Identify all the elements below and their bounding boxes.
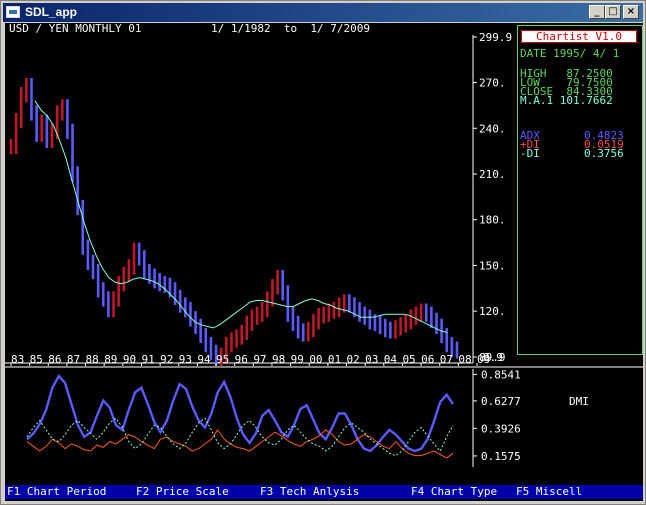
menu-price-scale[interactable]: F2 Price Scale [136, 486, 229, 498]
price-tick-label: 270. [479, 77, 506, 90]
date-tick-label: 95 [216, 353, 229, 366]
dmi-tick-label: 0.1575 [481, 450, 521, 463]
date-tick-label: 87 [67, 353, 80, 366]
date-tick-label: 05 [402, 353, 415, 366]
maximize-icon: □ [608, 6, 618, 17]
moving-average-line [34, 100, 448, 333]
close-button[interactable]: × [623, 5, 639, 19]
date-tick-label: 98 [272, 353, 285, 366]
date-tick-label: 91 [141, 353, 154, 366]
menu-chart-type[interactable]: F4 Chart Type [411, 486, 497, 498]
price-tick-label: 299.9 [479, 31, 512, 44]
indicator-label: DMI [569, 395, 589, 408]
application-window: SDL_app _ □ × USD / YEN MONTHLY 01 1/ 1/… [0, 0, 646, 505]
date-tick-label: 01 [328, 353, 341, 366]
moving-average [34, 100, 448, 333]
mdi-value: 0.3756 [584, 147, 624, 160]
date-tick-label: 85 [30, 353, 43, 366]
date-tick-label: 90 [123, 353, 136, 366]
maximize-button[interactable]: □ [605, 5, 621, 19]
date-tick-label: 04 [384, 353, 398, 366]
price-tick-label: 240. [479, 122, 506, 135]
date-tick-label: 00 [309, 353, 322, 366]
adx-line [26, 373, 454, 453]
date-axis: 83 85 86 87 88 89 90 91 92 93 94 95 96 97 98 99 00 01 02 03… [10, 353, 490, 366]
price-tick-label: 120. [479, 305, 506, 318]
dmi-tick-label: 0.3926 [481, 422, 521, 435]
date-tick-label: 88 [86, 353, 99, 366]
date-tick-label: 86 [48, 353, 61, 366]
chart-area: USD / YEN MONTHLY 01 1/ 1/1982 to 1/ 7/2… [5, 23, 643, 501]
minimize-button[interactable]: _ [589, 5, 605, 19]
app-name-badge: Chartist V1.0 [521, 30, 637, 43]
date-tick-label: 83 [11, 353, 24, 366]
app-icon [6, 6, 20, 18]
current-date: DATE 1995/ 4/ 1 [520, 47, 620, 60]
price-tick-label: 180. [479, 214, 506, 227]
date-tick-label: 94 [197, 353, 211, 366]
dmi-tick-label: 0.6277 [481, 395, 521, 408]
minimize-icon: _ [594, 6, 600, 17]
menu-chart-period[interactable]: F1 Chart Period [7, 486, 106, 498]
date-tick-label: 08 [458, 353, 471, 366]
date-tick-label: 06 [421, 353, 434, 366]
price-bars [9, 77, 459, 366]
menu-miscellaneous[interactable]: F5 Miscell [516, 486, 582, 498]
date-tick-label: 07 [440, 353, 453, 366]
date-tick-label: 02 [347, 353, 360, 366]
dmi-axis: 0.8541 0.6277 0.3926 0.1575 [472, 368, 521, 467]
price-tick-label: 150. [479, 259, 506, 272]
date-tick-label: 09 [477, 353, 490, 366]
date-tick-label: 93 [179, 353, 192, 366]
title-bar[interactable]: SDL_app _ □ × [3, 3, 643, 22]
function-key-bar: F1 Chart Period F2 Price Scale F3 Tech A… [5, 485, 643, 499]
dmi-lines [26, 373, 454, 459]
date-tick-label: 99 [291, 353, 304, 366]
date-tick-label: 97 [253, 353, 266, 366]
date-tick-label: 89 [104, 353, 117, 366]
date-tick-label: 96 [235, 353, 248, 366]
dmi-tick-label: 0.8541 [481, 368, 521, 381]
date-tick-label: 92 [160, 353, 173, 366]
info-panel: Chartist V1.0 DATE 1995/ 4/ 1 HIGH 87.25… [517, 25, 643, 355]
close-icon: × [626, 6, 636, 17]
date-tick-label: 03 [365, 353, 378, 366]
window-title: SDL_app [25, 5, 78, 19]
menu-tech-analysis[interactable]: F3 Tech Anlysis [260, 486, 359, 498]
ma1-value: M.A.1 101.7662 [520, 94, 613, 107]
price-tick-label: 210. [479, 168, 506, 181]
mdi-label: -DI [520, 147, 540, 160]
